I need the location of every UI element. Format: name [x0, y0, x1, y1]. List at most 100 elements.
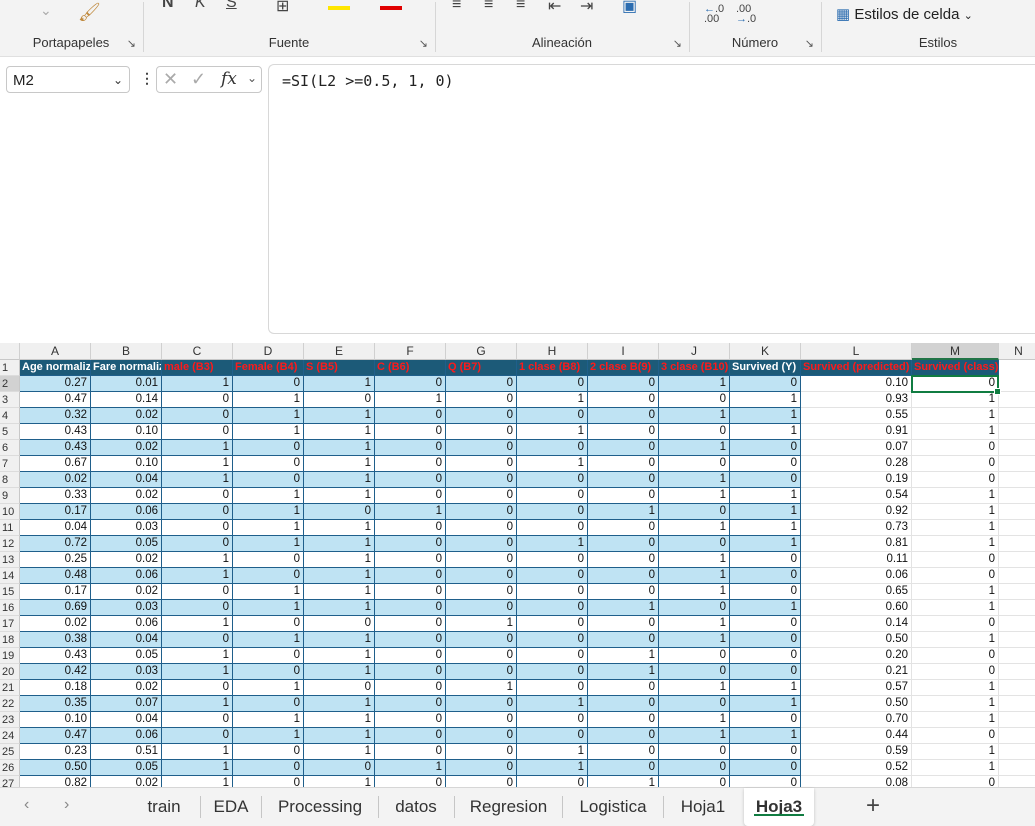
table-cell[interactable]: 1 [446, 616, 517, 632]
table-cell[interactable]: 0.50 [801, 696, 912, 712]
table-cell[interactable]: 0.04 [91, 472, 162, 488]
table-cell[interactable]: 0 [375, 472, 446, 488]
table-cell[interactable]: 0 [162, 408, 233, 424]
table-cell[interactable]: 0.17 [20, 504, 91, 520]
row-header[interactable]: 1 [0, 360, 20, 376]
table-cell[interactable]: 0 [588, 760, 659, 776]
table-cell[interactable]: 0.06 [91, 616, 162, 632]
column-header-j[interactable]: J [659, 343, 730, 360]
table-header-cell[interactable]: 2 clase B(9) [588, 360, 659, 376]
table-cell[interactable]: 0 [446, 728, 517, 744]
row-header[interactable]: 12 [0, 536, 20, 552]
table-cell[interactable]: 0 [233, 552, 304, 568]
table-cell[interactable]: 0 [446, 440, 517, 456]
column-header-f[interactable]: F [375, 343, 446, 360]
table-cell[interactable]: 0 [375, 440, 446, 456]
table-cell[interactable]: 1 [162, 568, 233, 584]
table-cell[interactable] [999, 584, 1035, 600]
table-cell[interactable]: 1 [517, 744, 588, 760]
table-cell[interactable]: 0 [446, 424, 517, 440]
table-cell[interactable]: 1 [912, 696, 999, 712]
alignment-launcher-icon[interactable]: ↘ [673, 37, 682, 50]
clipboard-launcher-icon[interactable]: ↘ [127, 37, 136, 50]
table-cell[interactable] [999, 424, 1035, 440]
table-cell[interactable] [999, 616, 1035, 632]
table-cell[interactable]: 0 [446, 664, 517, 680]
table-cell[interactable]: 0 [446, 552, 517, 568]
table-cell[interactable]: 1 [517, 456, 588, 472]
table-cell[interactable]: 0 [162, 536, 233, 552]
table-cell[interactable]: 0 [659, 504, 730, 520]
table-cell[interactable]: 0 [375, 728, 446, 744]
table-cell[interactable]: 0.50 [801, 632, 912, 648]
table-cell[interactable]: 0 [730, 616, 801, 632]
row-header[interactable]: 18 [0, 632, 20, 648]
table-cell[interactable]: 0.03 [91, 664, 162, 680]
name-box[interactable]: M2 ⌄ [6, 66, 130, 93]
table-cell[interactable]: 1 [517, 424, 588, 440]
table-cell[interactable]: 1 [730, 504, 801, 520]
table-cell[interactable]: 1 [730, 488, 801, 504]
sheet-tab[interactable]: train [128, 788, 200, 826]
table-header-cell[interactable]: Survived (Y) [730, 360, 801, 376]
table-cell[interactable]: 0 [375, 632, 446, 648]
table-cell[interactable]: 0 [588, 680, 659, 696]
table-cell[interactable]: 0 [446, 504, 517, 520]
table-header-cell[interactable]: C (B6) [375, 360, 446, 376]
table-cell[interactable]: 0 [446, 520, 517, 536]
table-cell[interactable]: 0.28 [801, 456, 912, 472]
table-cell[interactable]: 0.18 [20, 680, 91, 696]
row-header[interactable]: 10 [0, 504, 20, 520]
table-cell[interactable]: 1 [304, 632, 375, 648]
table-cell[interactable]: 1 [162, 760, 233, 776]
table-cell[interactable]: 1 [588, 664, 659, 680]
table-cell[interactable]: 0 [517, 680, 588, 696]
table-cell[interactable]: 1 [304, 696, 375, 712]
table-cell[interactable]: 0 [588, 632, 659, 648]
table-cell[interactable]: 0 [517, 488, 588, 504]
table-cell[interactable]: 0 [730, 376, 801, 392]
table-cell[interactable]: 0 [730, 648, 801, 664]
table-cell[interactable]: 0 [912, 456, 999, 472]
table-cell[interactable]: 0.35 [20, 696, 91, 712]
table-cell[interactable]: 1 [304, 408, 375, 424]
table-cell[interactable]: 0 [912, 664, 999, 680]
table-cell[interactable]: 1 [730, 520, 801, 536]
table-cell[interactable]: 1 [162, 376, 233, 392]
table-cell[interactable]: 0.70 [801, 712, 912, 728]
table-cell[interactable]: 0 [730, 664, 801, 680]
table-cell[interactable]: 1 [912, 632, 999, 648]
table-cell[interactable]: 0 [517, 440, 588, 456]
table-cell[interactable]: 0 [375, 408, 446, 424]
column-header-c[interactable]: C [162, 343, 233, 360]
table-cell[interactable]: 0 [517, 520, 588, 536]
table-cell[interactable]: 0.19 [801, 472, 912, 488]
table-cell[interactable]: 0 [233, 648, 304, 664]
table-cell[interactable]: 0 [446, 648, 517, 664]
table-cell[interactable]: 0.03 [91, 520, 162, 536]
table-cell[interactable]: 0.14 [801, 616, 912, 632]
table-cell[interactable]: 0 [588, 440, 659, 456]
table-cell[interactable]: 1 [446, 680, 517, 696]
table-cell[interactable]: 1 [517, 536, 588, 552]
table-cell[interactable]: 1 [912, 424, 999, 440]
table-cell[interactable]: 0 [233, 744, 304, 760]
row-header[interactable]: 13 [0, 552, 20, 568]
table-cell[interactable]: 0.52 [801, 760, 912, 776]
table-cell[interactable]: 1 [912, 392, 999, 408]
row-header[interactable]: 9 [0, 488, 20, 504]
row-header[interactable]: 6 [0, 440, 20, 456]
table-cell[interactable]: 0.73 [801, 520, 912, 536]
table-cell[interactable]: 1 [304, 472, 375, 488]
table-cell[interactable]: 1 [304, 552, 375, 568]
table-cell[interactable]: 0 [912, 552, 999, 568]
table-cell[interactable]: 1 [304, 600, 375, 616]
table-header-cell[interactable]: Survived (class) [912, 360, 999, 376]
row-header[interactable]: 25 [0, 744, 20, 760]
table-cell[interactable]: 1 [730, 696, 801, 712]
table-cell[interactable]: 0 [659, 696, 730, 712]
table-cell[interactable]: 0 [375, 568, 446, 584]
column-header-a[interactable]: A [20, 343, 91, 360]
formula-input[interactable]: =SI(L2 >=0.5, 1, 0) [268, 64, 1035, 334]
table-cell[interactable]: 1 [233, 520, 304, 536]
